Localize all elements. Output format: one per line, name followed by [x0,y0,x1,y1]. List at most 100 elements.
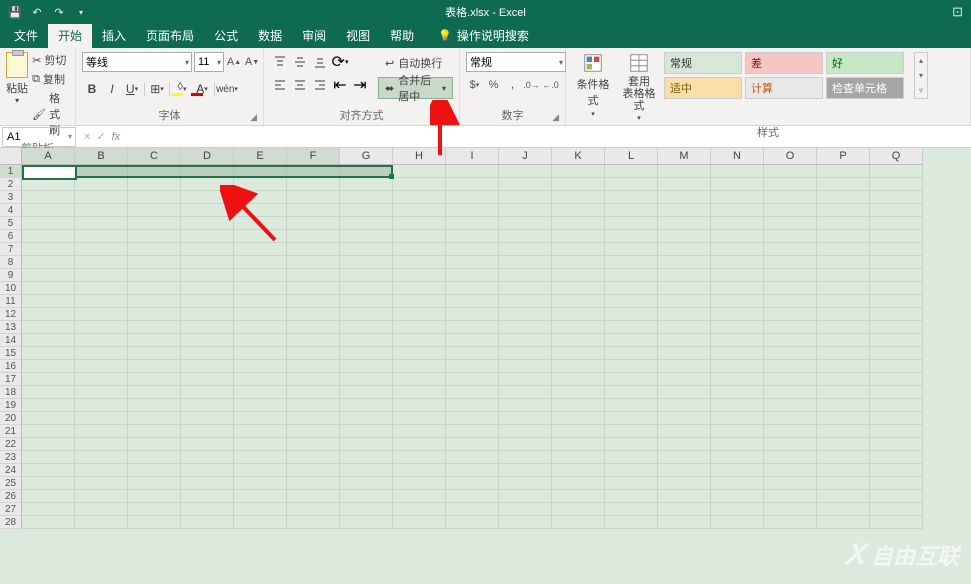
row-header[interactable]: 13 [0,321,22,334]
row-header[interactable]: 22 [0,438,22,451]
cell[interactable] [393,230,446,243]
cell[interactable] [817,490,870,503]
cell[interactable] [658,490,711,503]
cell[interactable] [393,191,446,204]
cell[interactable] [552,373,605,386]
cell[interactable] [22,360,75,373]
cell[interactable] [75,490,128,503]
cell[interactable] [499,425,552,438]
cell[interactable] [658,451,711,464]
cell[interactable] [446,490,499,503]
cell[interactable] [658,308,711,321]
align-middle-button[interactable] [290,52,310,72]
cell[interactable] [499,347,552,360]
cell[interactable] [870,516,923,529]
cell[interactable] [22,217,75,230]
cell[interactable] [764,451,817,464]
cell[interactable] [75,295,128,308]
cell[interactable] [605,308,658,321]
cell[interactable] [552,243,605,256]
cell[interactable] [446,321,499,334]
cell[interactable] [446,269,499,282]
cell[interactable] [552,347,605,360]
wrap-text-button[interactable]: ↩ 自动换行 [378,52,453,74]
cell[interactable] [393,451,446,464]
cell[interactable] [711,490,764,503]
cell[interactable] [22,347,75,360]
cell[interactable] [870,438,923,451]
orientation-button[interactable]: ⟳▾ [330,52,350,72]
cell[interactable] [764,386,817,399]
cell[interactable] [711,438,764,451]
cell[interactable] [817,516,870,529]
column-header[interactable]: G [340,148,393,165]
cell[interactable] [181,490,234,503]
cell[interactable] [711,282,764,295]
comma-button[interactable]: , [504,75,521,95]
cells-area[interactable] [22,165,923,529]
cell[interactable] [552,308,605,321]
dialog-launcher-icon[interactable]: ◢ [552,112,559,123]
cell[interactable] [234,230,287,243]
cell[interactable] [446,165,499,178]
cell[interactable] [340,191,393,204]
cell[interactable] [128,178,181,191]
cell[interactable] [870,347,923,360]
cell[interactable] [764,425,817,438]
cell[interactable] [605,295,658,308]
cell[interactable] [658,360,711,373]
cell[interactable] [75,204,128,217]
cell[interactable] [605,282,658,295]
cell[interactable] [605,412,658,425]
decrease-indent-button[interactable]: ⇤ [330,75,350,95]
cell[interactable] [711,178,764,191]
cell[interactable] [340,204,393,217]
cell[interactable] [552,165,605,178]
cell[interactable] [711,347,764,360]
cell[interactable] [340,516,393,529]
cell[interactable] [499,282,552,295]
row-header[interactable]: 25 [0,477,22,490]
cell[interactable] [499,516,552,529]
cell[interactable] [393,269,446,282]
cell[interactable] [128,399,181,412]
row-header[interactable]: 19 [0,399,22,412]
cell[interactable] [605,165,658,178]
cell[interactable] [446,412,499,425]
cell[interactable] [181,373,234,386]
column-header[interactable]: N [711,148,764,165]
cell[interactable] [446,477,499,490]
cell[interactable] [75,230,128,243]
cell[interactable] [711,503,764,516]
cell[interactable] [817,230,870,243]
cell[interactable] [75,347,128,360]
cell[interactable] [128,334,181,347]
cell[interactable] [128,243,181,256]
cell[interactable] [499,191,552,204]
cell[interactable] [287,243,340,256]
cell[interactable] [711,204,764,217]
cell[interactable] [552,321,605,334]
cell[interactable] [446,425,499,438]
column-header[interactable]: K [552,148,605,165]
cell[interactable] [287,412,340,425]
cell[interactable] [870,308,923,321]
column-header[interactable]: B [75,148,128,165]
cell[interactable] [817,334,870,347]
cell[interactable] [711,191,764,204]
cell[interactable] [764,217,817,230]
cell[interactable] [128,503,181,516]
cell[interactable] [234,373,287,386]
cell[interactable] [499,295,552,308]
cell[interactable] [181,204,234,217]
cell[interactable] [870,503,923,516]
cell[interactable] [22,282,75,295]
qat-more-icon[interactable]: ▾ [74,5,88,19]
cell[interactable] [711,464,764,477]
cell[interactable] [764,373,817,386]
cell[interactable] [75,425,128,438]
cell[interactable] [340,399,393,412]
cell[interactable] [658,295,711,308]
cell[interactable] [817,412,870,425]
enter-icon[interactable]: ✓ [96,130,105,143]
